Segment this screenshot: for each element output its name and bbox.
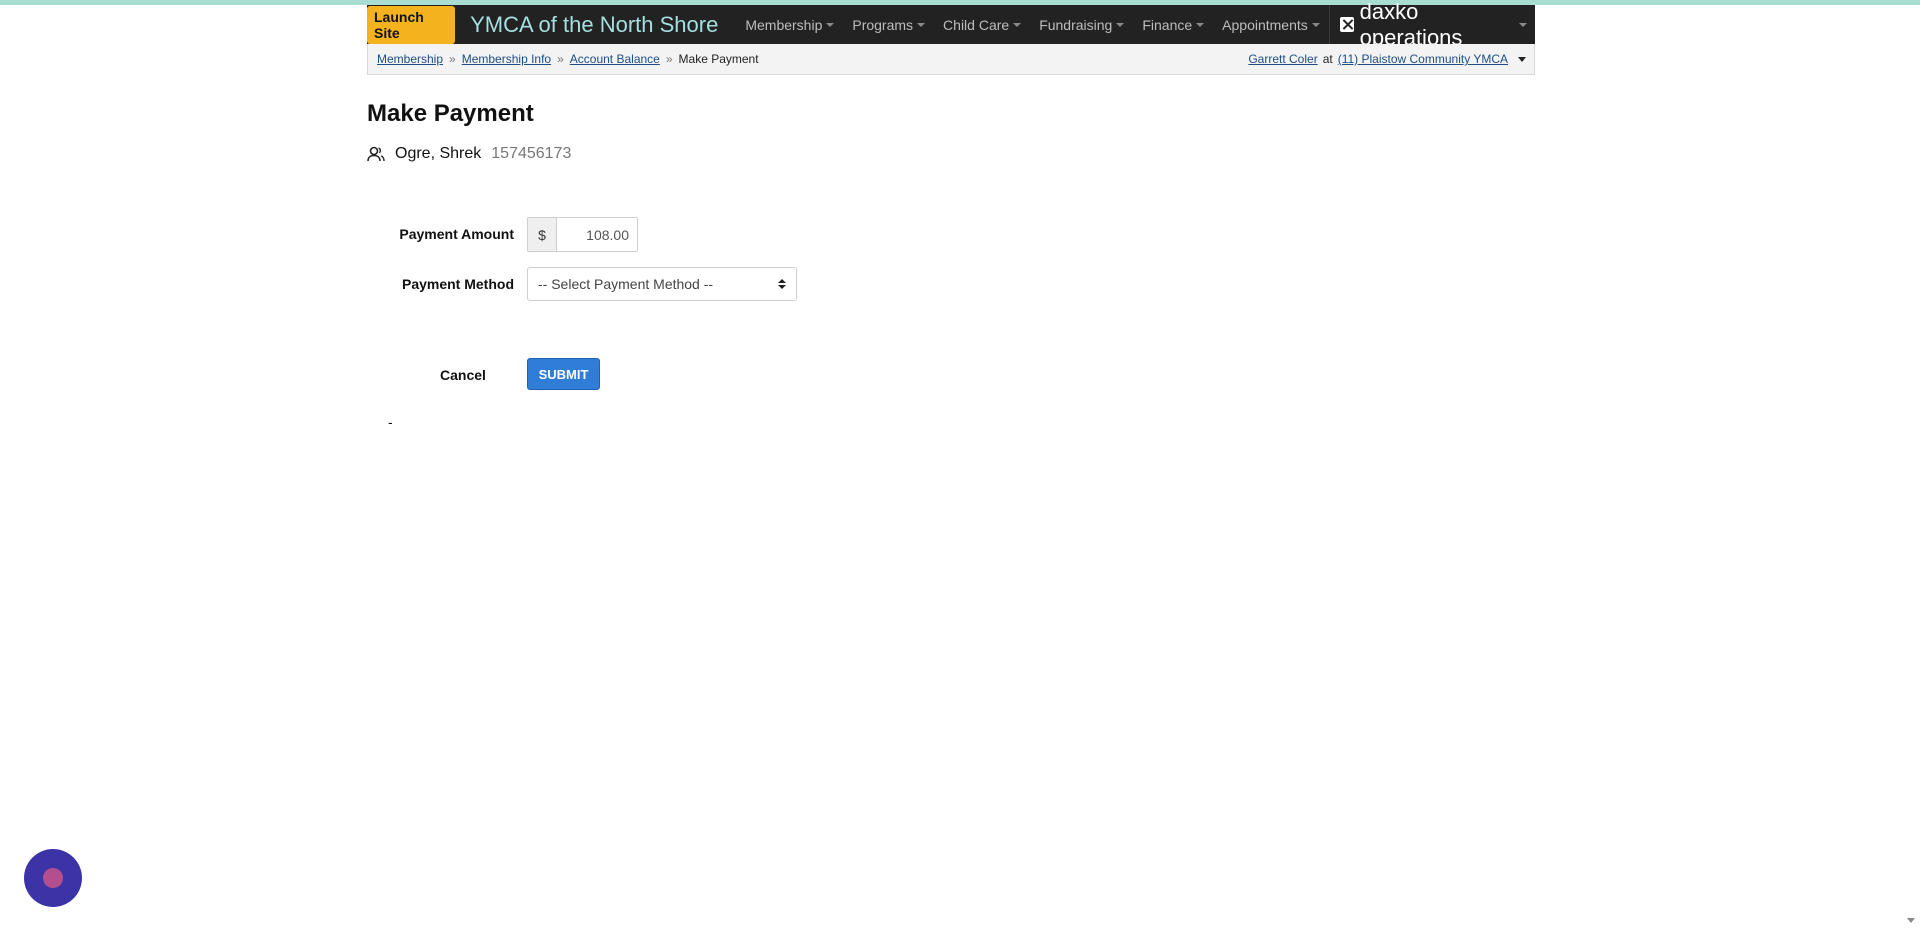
nav-label: Appointments xyxy=(1222,16,1308,33)
navbar-inner: Launch Site YMCA of the North Shore Memb… xyxy=(367,0,1535,50)
daxko-logo-icon xyxy=(1339,17,1354,32)
payment-method-select[interactable]: -- Select Payment Method -- xyxy=(527,267,797,301)
breadcrumb-separator: » xyxy=(557,52,564,66)
member-name: Ogre, Shrek xyxy=(395,145,482,162)
stray-text: - xyxy=(388,414,393,430)
nav-label: Programs xyxy=(852,16,914,33)
breadcrumb-account-balance[interactable]: Account Balance xyxy=(570,52,660,66)
chevron-down-icon xyxy=(917,22,926,27)
breadcrumb: Membership » Membership Info » Account B… xyxy=(377,52,759,66)
org-title[interactable]: YMCA of the North Shore xyxy=(470,12,718,38)
cancel-button[interactable]: Cancel xyxy=(440,367,486,383)
payment-amount-label: Payment Amount xyxy=(399,226,514,242)
chat-launcher-button[interactable] xyxy=(24,849,82,907)
nav-membership[interactable]: Membership xyxy=(736,5,843,44)
breadcrumb-separator: » xyxy=(665,52,673,66)
nav-label: Finance xyxy=(1142,16,1193,33)
user-name-link[interactable]: Garrett Coler xyxy=(1248,52,1317,66)
payment-amount-group: $ xyxy=(527,217,638,252)
chevron-down-icon xyxy=(1013,22,1022,27)
breadcrumb-bar: Membership » Membership Info » Account B… xyxy=(367,44,1535,75)
breadcrumb-separator: » xyxy=(449,52,456,66)
breadcrumb-current: Make Payment xyxy=(678,52,759,66)
chevron-down-icon xyxy=(826,22,835,27)
nav-finance[interactable]: Finance xyxy=(1133,5,1213,44)
select-arrows-icon xyxy=(778,279,786,289)
user-location-menu: Garrett Coler at (11) Plaistow Community… xyxy=(1248,52,1526,66)
payment-method-selected: -- Select Payment Method -- xyxy=(538,276,714,292)
top-navbar: Launch Site YMCA of the North Shore Memb… xyxy=(0,0,1920,50)
scroll-down-arrow-icon[interactable] xyxy=(1907,918,1915,923)
chat-icon xyxy=(43,868,63,888)
chevron-down-icon xyxy=(1311,22,1320,27)
nav-programs[interactable]: Programs xyxy=(843,5,934,44)
currency-addon: $ xyxy=(528,218,557,251)
caret-down-icon[interactable] xyxy=(1518,56,1526,62)
payment-amount-input[interactable] xyxy=(557,218,637,251)
breadcrumb-membership-info[interactable]: Membership Info xyxy=(462,52,551,66)
daxko-brand-menu[interactable]: daxko operations xyxy=(1328,0,1535,50)
nav-child-care[interactable]: Child Care xyxy=(934,5,1030,44)
submit-button[interactable]: SUBMIT xyxy=(527,358,600,390)
person-icon xyxy=(367,146,385,162)
user-at-label: at xyxy=(1322,52,1333,66)
page-title: Make Payment xyxy=(367,100,534,127)
nav-label: Membership xyxy=(745,16,823,33)
brand-label: daxko operations xyxy=(1359,0,1463,50)
user-location-link[interactable]: (11) Plaistow Community YMCA xyxy=(1338,52,1508,66)
payment-method-label: Payment Method xyxy=(401,276,514,292)
page-scrollbar[interactable] xyxy=(1903,5,1920,931)
chevron-down-icon xyxy=(1116,22,1125,27)
chevron-down-icon xyxy=(1196,22,1205,27)
breadcrumb-membership[interactable]: Membership xyxy=(377,52,443,66)
member-info: Ogre, Shrek 157456173 xyxy=(367,145,571,163)
nav-fundraising[interactable]: Fundraising xyxy=(1030,5,1133,44)
nav-label: Child Care xyxy=(943,16,1010,33)
nav-label: Fundraising xyxy=(1039,16,1113,33)
nav-appointments[interactable]: Appointments xyxy=(1213,5,1329,44)
launch-site-button[interactable]: Launch Site xyxy=(367,5,456,44)
chevron-down-icon xyxy=(1519,22,1527,27)
member-id: 157456173 xyxy=(491,145,572,162)
